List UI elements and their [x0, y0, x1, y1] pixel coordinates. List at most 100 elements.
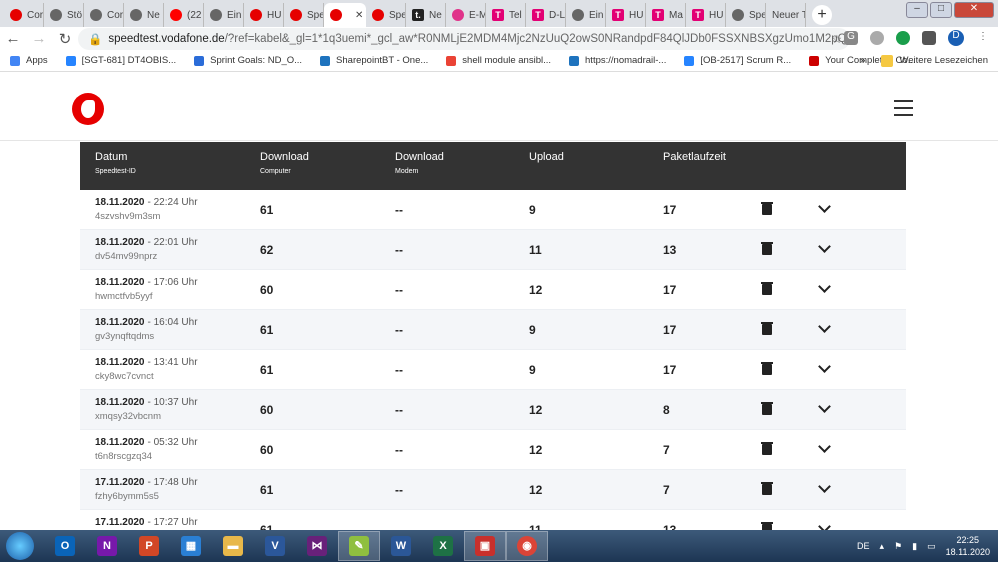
- new-tab-button[interactable]: +: [812, 5, 832, 25]
- delete-trash-icon[interactable]: [761, 442, 773, 455]
- table-row[interactable]: 18.11.2020- 10:37 Uhr xmqsy32vbcnm 60 -- 12 8: [80, 390, 906, 430]
- start-button[interactable]: [6, 532, 34, 560]
- forward-icon[interactable]: →: [26, 30, 52, 47]
- table-row[interactable]: 17.11.2020- 17:27 Uhr 61 -- 11 13: [80, 510, 906, 530]
- double-chevron-icon[interactable]: »: [860, 55, 865, 66]
- bookmark-item[interactable]: Apps: [10, 55, 48, 66]
- hamburger-menu-icon[interactable]: [894, 100, 913, 121]
- extensions-puzzle-icon[interactable]: [922, 31, 936, 45]
- table-row[interactable]: 18.11.2020- 22:01 Uhr dv54mv99nprz 62 -- 11 1…: [80, 230, 906, 270]
- taskbar-visio[interactable]: V: [254, 531, 296, 561]
- taskbar-chrome[interactable]: ◉: [506, 531, 548, 561]
- vodafone-logo[interactable]: [72, 93, 104, 125]
- taskbar-excel[interactable]: X: [422, 531, 464, 561]
- tab-10[interactable]: t. Ne: [406, 3, 446, 27]
- tray-arrow-icon[interactable]: ▴: [880, 541, 885, 552]
- column-header: Paketlaufzeit: [663, 151, 726, 163]
- bookmark-star-icon[interactable]: ☆: [832, 32, 842, 46]
- bookmark-item[interactable]: Sprint Goals: ND_O...: [194, 55, 302, 66]
- tab-14[interactable]: Ein: [566, 3, 606, 27]
- globe-favicon-icon: [572, 9, 584, 21]
- power-icon[interactable]: ▮: [912, 541, 917, 552]
- back-icon[interactable]: ←: [0, 30, 26, 47]
- url-input[interactable]: 🔒 speedtest.vodafone.de/?ref=kabel&_gl=1…: [78, 28, 850, 50]
- extension-circle-icon[interactable]: [870, 31, 884, 45]
- profile-avatar[interactable]: D: [948, 30, 964, 46]
- taskbar-visual-studio[interactable]: ⋈: [296, 531, 338, 561]
- expand-chevron-down-icon[interactable]: [818, 400, 831, 413]
- tab-13[interactable]: T D-L: [526, 3, 566, 27]
- extension-g-icon[interactable]: G: [844, 31, 858, 45]
- expand-chevron-down-icon[interactable]: [818, 200, 831, 213]
- reload-icon[interactable]: ↻: [52, 30, 78, 48]
- table-row[interactable]: 17.11.2020- 17:48 Uhr fzhy6bymm5s5 61 -- 12 7: [80, 470, 906, 510]
- clock[interactable]: 22:25 18.11.2020: [946, 534, 990, 558]
- bookmark-item[interactable]: shell module ansibl...: [446, 55, 551, 66]
- table-row[interactable]: 18.11.2020- 16:04 Uhr gv3ynqftqdms 61 -- 9 17: [80, 310, 906, 350]
- tab-6[interactable]: HU: [244, 3, 284, 27]
- tab-1[interactable]: Stö: [44, 3, 84, 27]
- taskbar-onenote[interactable]: N: [86, 531, 128, 561]
- test-datetime: 18.11.2020- 13:41 Uhr: [95, 357, 198, 368]
- taskbar-outlook[interactable]: O: [44, 531, 86, 561]
- tab-18[interactable]: Spe: [726, 3, 766, 27]
- tab-9[interactable]: Spe: [366, 3, 406, 27]
- tab-8[interactable]: ✕: [324, 3, 366, 27]
- taskbar-word[interactable]: W: [380, 531, 422, 561]
- test-time: - 17:06 Uhr: [147, 277, 198, 288]
- tab-17[interactable]: T HU: [686, 3, 726, 27]
- tab-7[interactable]: Spe: [284, 3, 324, 27]
- expand-chevron-down-icon[interactable]: [818, 520, 831, 530]
- tab-2[interactable]: Cor: [84, 3, 124, 27]
- tab-3[interactable]: Ne: [124, 3, 164, 27]
- taskbar-explorer[interactable]: ▬: [212, 531, 254, 561]
- delete-trash-icon[interactable]: [761, 482, 773, 495]
- flag-icon[interactable]: ⚑: [894, 541, 902, 552]
- menu-kebab-icon[interactable]: ⋮: [976, 31, 990, 45]
- maximize-button[interactable]: □: [930, 2, 952, 18]
- tab-12[interactable]: T Tel: [486, 3, 526, 27]
- close-window-button[interactable]: ✕: [954, 2, 994, 18]
- column-header-sublabel: Modem: [395, 168, 419, 175]
- tab-11[interactable]: E-M: [446, 3, 486, 27]
- delete-trash-icon[interactable]: [761, 242, 773, 255]
- tab-0[interactable]: Cor: [4, 3, 44, 27]
- tab-4[interactable]: (22: [164, 3, 204, 27]
- taskbar-calculator[interactable]: ▦: [170, 531, 212, 561]
- network-icon[interactable]: ▭: [927, 541, 936, 552]
- expand-chevron-down-icon[interactable]: [818, 240, 831, 253]
- tab-19[interactable]: Neuer T: [766, 3, 806, 27]
- table-row[interactable]: 18.11.2020- 05:32 Uhr t6n8rscgzq34 60 -- 12 7: [80, 430, 906, 470]
- expand-chevron-down-icon[interactable]: [818, 480, 831, 493]
- taskbar-powerpoint[interactable]: P: [128, 531, 170, 561]
- bookmark-item[interactable]: [OB-2517] Scrum R...: [684, 55, 791, 66]
- delete-trash-icon[interactable]: [761, 282, 773, 295]
- bookmark-item[interactable]: https://nomadrail-...: [569, 55, 666, 66]
- other-bookmarks-link[interactable]: Weitere Lesezeichen: [899, 55, 988, 66]
- expand-chevron-down-icon[interactable]: [818, 320, 831, 333]
- extension-green-icon[interactable]: [896, 31, 910, 45]
- language-indicator[interactable]: DE: [857, 541, 870, 551]
- table-row[interactable]: 18.11.2020- 22:24 Uhr 4szvshv9m3sm 61 -- 9 17: [80, 190, 906, 230]
- bookmark-favicon-icon: [65, 55, 76, 66]
- delete-trash-icon[interactable]: [761, 362, 773, 375]
- table-row[interactable]: 18.11.2020- 13:41 Uhr cky8wc7cvnct 61 -- 9 17: [80, 350, 906, 390]
- expand-chevron-down-icon[interactable]: [818, 280, 831, 293]
- expand-chevron-down-icon[interactable]: [818, 360, 831, 373]
- column-header-label: Datum: [95, 151, 128, 163]
- delete-trash-icon[interactable]: [761, 202, 773, 215]
- taskbar-notepad-plus[interactable]: ✎: [338, 531, 380, 561]
- delete-trash-icon[interactable]: [761, 402, 773, 415]
- tab-close-icon[interactable]: ✕: [355, 10, 363, 21]
- delete-trash-icon[interactable]: [761, 322, 773, 335]
- bookmark-item[interactable]: SharepointBT - One...: [320, 55, 428, 66]
- bookmark-item[interactable]: [SGT-681] DT4OBIS...: [65, 55, 176, 66]
- notepad-plus-icon: ✎: [349, 536, 369, 556]
- expand-chevron-down-icon[interactable]: [818, 440, 831, 453]
- tab-15[interactable]: T HU: [606, 3, 646, 27]
- tab-5[interactable]: Ein: [204, 3, 244, 27]
- taskbar-security-app[interactable]: ▣: [464, 531, 506, 561]
- minimize-button[interactable]: –: [906, 2, 928, 18]
- table-row[interactable]: 18.11.2020- 17:06 Uhr hwmctfvb5yyf 60 -- 12 1…: [80, 270, 906, 310]
- tab-16[interactable]: T Ma: [646, 3, 686, 27]
